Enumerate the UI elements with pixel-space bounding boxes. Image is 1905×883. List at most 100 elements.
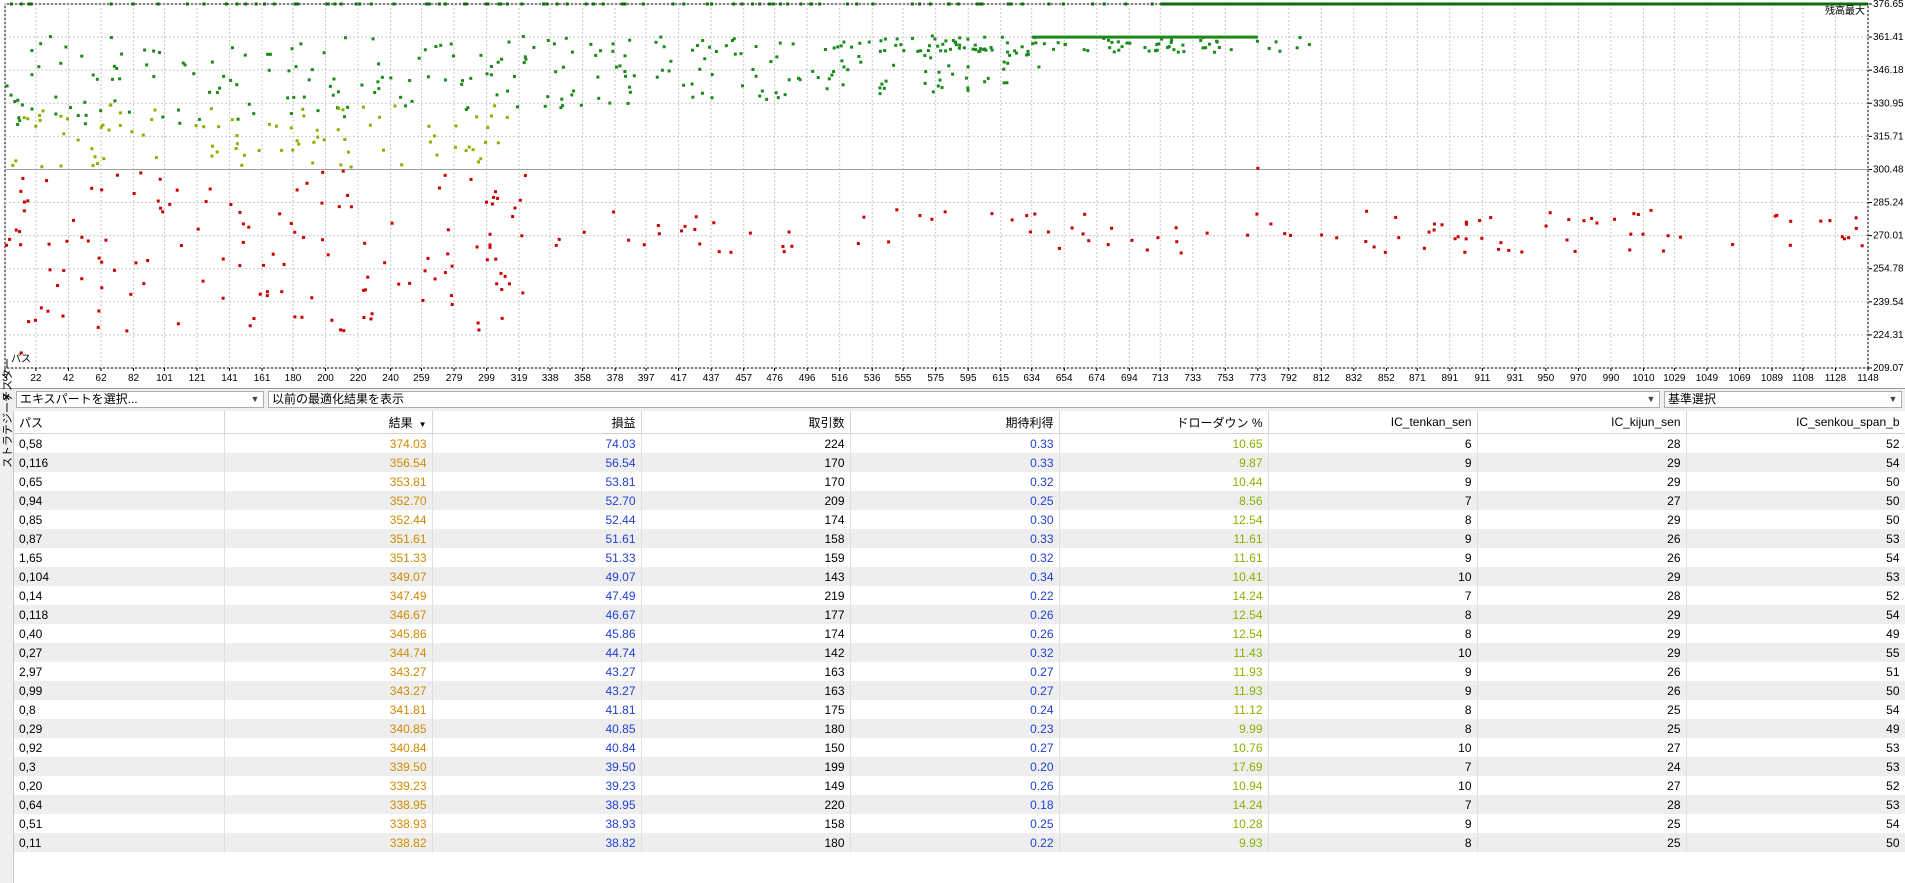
data-point-high bbox=[659, 35, 663, 39]
table-row[interactable]: 0,85 352.44 52.44 174 0.30 12.54 8 29 50 bbox=[14, 510, 1905, 529]
table-row[interactable]: 0,64 338.95 38.95 220 0.18 14.24 7 28 53 bbox=[14, 795, 1905, 814]
data-point-high bbox=[222, 74, 226, 78]
table-row[interactable]: 0,99 343.27 43.27 163 0.27 11.93 9 26 50 bbox=[14, 681, 1905, 700]
data-point-high bbox=[741, 84, 745, 88]
data-point-high bbox=[947, 64, 951, 68]
data-point-high bbox=[120, 52, 124, 56]
table-row[interactable]: 0,51 338.93 38.93 158 0.25 10.28 9 25 54 bbox=[14, 814, 1905, 833]
data-point-high bbox=[570, 93, 574, 97]
table-row[interactable]: 0,14 347.49 47.49 219 0.22 14.24 7 28 52 bbox=[14, 586, 1905, 605]
column-header-pass[interactable]: パス bbox=[14, 411, 225, 434]
data-point-high bbox=[751, 67, 755, 71]
table-row[interactable]: 0,118 346.67 46.67 177 0.26 12.54 8 29 54 bbox=[14, 605, 1905, 624]
data-point-low bbox=[1860, 244, 1864, 248]
data-point-high bbox=[115, 66, 119, 70]
table-row[interactable]: 2,97 343.27 43.27 163 0.27 11.93 9 26 51 bbox=[14, 662, 1905, 681]
data-point-low bbox=[86, 239, 90, 243]
previous-results-dropdown[interactable]: 以前の最適化結果を表示 ▼ bbox=[268, 391, 1660, 408]
data-point-low bbox=[330, 318, 334, 322]
table-row[interactable]: 0,116 356.54 56.54 170 0.33 9.87 9 29 54 bbox=[14, 453, 1905, 472]
y-tick-label: 300.48 bbox=[1873, 164, 1904, 175]
column-header-ic-kijun-sen[interactable]: IC_kijun_sen bbox=[1477, 411, 1687, 434]
cell-ic-senkou-span-b: 53 bbox=[1686, 795, 1905, 814]
cell-ic-tenkan-sen: 9 bbox=[1268, 529, 1478, 548]
cell-pass: 0,20 bbox=[14, 776, 225, 795]
data-point-high bbox=[243, 53, 247, 57]
column-header-ic-tenkan-sen[interactable]: IC_tenkan_sen bbox=[1268, 411, 1478, 434]
table-row[interactable]: 0,92 340.84 40.84 150 0.27 10.76 10 27 53 bbox=[14, 738, 1905, 757]
data-point-low bbox=[1289, 233, 1293, 237]
cell-result: 352.70 bbox=[224, 491, 433, 510]
expert-select-dropdown[interactable]: エキスパートを選択... ▼ bbox=[16, 391, 264, 408]
table-row[interactable]: 0,11 338.82 38.82 180 0.22 9.93 8 25 50 bbox=[14, 833, 1905, 852]
data-point-low bbox=[1033, 212, 1037, 216]
column-header-profit[interactable]: 損益 bbox=[432, 411, 642, 434]
data-point-max bbox=[263, 2, 267, 6]
data-point-low bbox=[1632, 212, 1636, 216]
cell-result: 345.86 bbox=[224, 624, 433, 643]
data-point-low bbox=[1819, 219, 1823, 223]
data-point-high bbox=[983, 35, 987, 39]
table-row[interactable]: 0,87 351.61 51.61 158 0.33 11.61 9 26 53 bbox=[14, 529, 1905, 548]
column-header-expected-payoff[interactable]: 期待利得 bbox=[850, 411, 1060, 434]
cell-pass: 0,8 bbox=[14, 700, 225, 719]
data-point-low bbox=[1246, 233, 1250, 237]
data-point-high bbox=[495, 93, 499, 97]
data-point-low bbox=[301, 235, 305, 239]
data-point-low bbox=[1057, 246, 1061, 250]
table-row[interactable]: 0,8 341.81 41.81 175 0.24 11.12 8 25 54 bbox=[14, 700, 1905, 719]
cell-pass: 0,118 bbox=[14, 605, 225, 624]
data-point-low bbox=[1130, 238, 1134, 242]
data-point-max bbox=[369, 2, 373, 6]
cell-profit: 46.67 bbox=[432, 605, 642, 624]
table-row[interactable]: 0,3 339.50 39.50 199 0.20 17.69 7 24 53 bbox=[14, 757, 1905, 776]
y-tick-label: 254.78 bbox=[1873, 264, 1904, 275]
table-row[interactable]: 0,65 353.81 53.81 170 0.32 10.44 9 29 50 bbox=[14, 472, 1905, 491]
data-point-high bbox=[176, 108, 180, 112]
data-point-low bbox=[8, 237, 12, 241]
data-point-high bbox=[1042, 42, 1046, 46]
table-row[interactable]: 0,104 349.07 49.07 143 0.34 10.41 10 29 53 bbox=[14, 567, 1905, 586]
data-point-low bbox=[1548, 211, 1552, 215]
table-row[interactable]: 0,40 345.86 45.86 174 0.26 12.54 8 29 49 bbox=[14, 624, 1905, 643]
table-row[interactable]: 0,94 352.70 52.70 209 0.25 8.56 7 27 50 bbox=[14, 491, 1905, 510]
column-header-ic-senkou-span-b[interactable]: IC_senkou_span_b bbox=[1686, 411, 1905, 434]
x-tick-label: 536 bbox=[864, 373, 881, 384]
table-row[interactable]: 0,20 339.23 39.23 149 0.26 10.94 10 27 52 bbox=[14, 776, 1905, 795]
data-point-low bbox=[449, 294, 453, 298]
data-point-low bbox=[1432, 228, 1436, 232]
cell-ic-senkou-span-b: 53 bbox=[1686, 567, 1905, 586]
cell-pass: 2,97 bbox=[14, 662, 225, 681]
cell-drawdown: 14.24 bbox=[1059, 586, 1269, 605]
data-point-low bbox=[856, 241, 860, 245]
data-point-mid bbox=[322, 138, 326, 142]
data-point-low bbox=[139, 171, 143, 175]
data-point-high bbox=[83, 100, 87, 104]
table-row[interactable]: 0,29 340.85 40.85 180 0.23 9.99 8 25 49 bbox=[14, 719, 1905, 738]
data-point-high bbox=[927, 44, 931, 48]
data-point-mid bbox=[291, 148, 295, 152]
criteria-select-dropdown[interactable]: 基準選択 ▼ bbox=[1664, 391, 1902, 408]
cell-ic-tenkan-sen: 7 bbox=[1268, 586, 1478, 605]
table-row[interactable]: 0,58 374.03 74.03 224 0.33 10.65 6 28 52 bbox=[14, 433, 1905, 453]
data-point-mid bbox=[435, 153, 439, 157]
data-point-high bbox=[5, 84, 9, 88]
table-row[interactable]: 0,27 344.74 44.74 142 0.32 11.43 10 29 55 bbox=[14, 643, 1905, 662]
data-point-mid bbox=[40, 165, 44, 169]
strategy-tester-side-tab[interactable] bbox=[0, 411, 14, 883]
data-point-high bbox=[197, 117, 201, 121]
data-point-max bbox=[682, 2, 686, 6]
table-row[interactable]: 1,65 351.33 51.33 159 0.32 11.61 9 26 54 bbox=[14, 548, 1905, 567]
cell-expected-payoff: 0.25 bbox=[850, 491, 1060, 510]
data-point-low bbox=[1595, 221, 1599, 225]
data-point-low bbox=[488, 232, 492, 236]
column-header-trades[interactable]: 取引数 bbox=[641, 411, 851, 434]
column-header-result[interactable]: 結果 ▼ bbox=[224, 411, 433, 434]
cell-pass: 0,116 bbox=[14, 453, 225, 472]
data-point-low bbox=[712, 221, 716, 225]
data-point-low bbox=[115, 173, 119, 177]
cell-trades: 180 bbox=[641, 833, 851, 852]
data-point-high bbox=[449, 42, 453, 46]
data-point-high bbox=[404, 104, 408, 108]
column-header-drawdown[interactable]: ドローダウン % bbox=[1059, 411, 1269, 434]
